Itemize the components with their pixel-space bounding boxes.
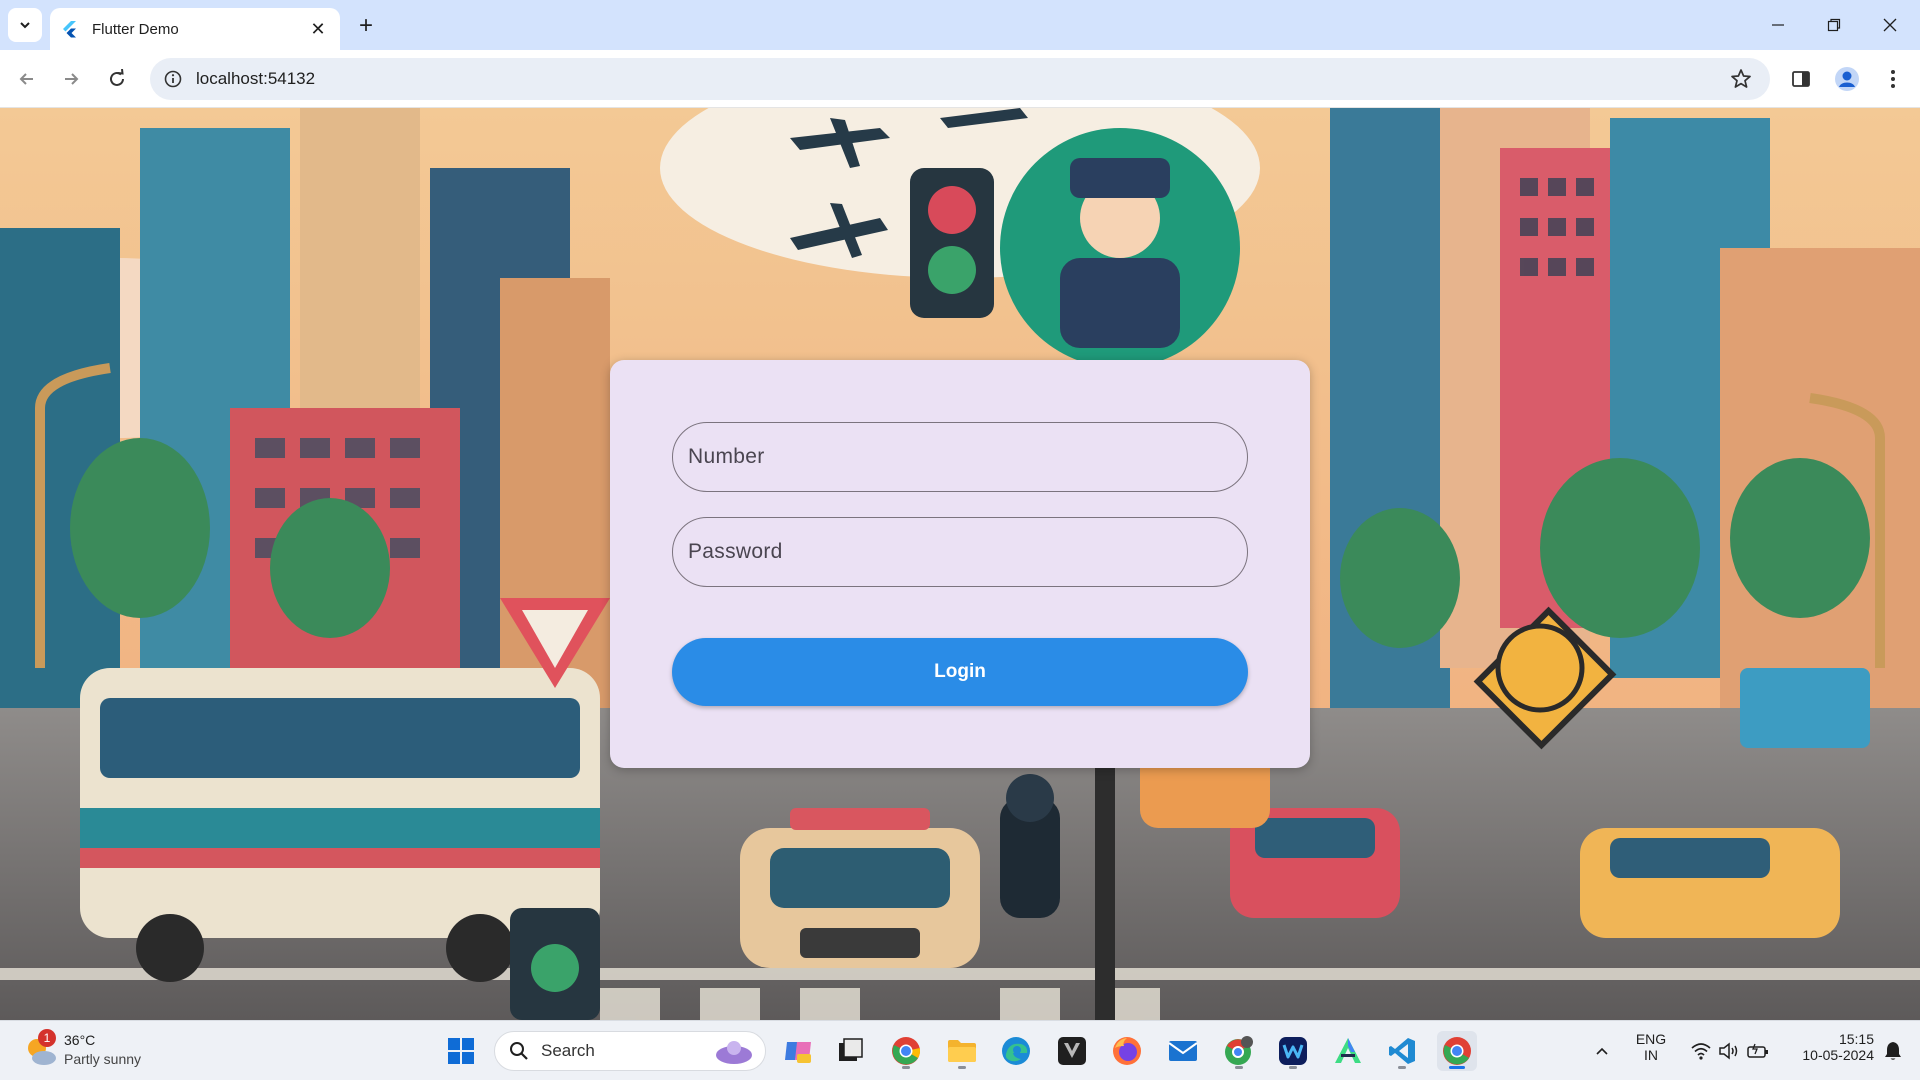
taskbar-webex[interactable]: [1273, 1031, 1313, 1071]
android-studio-icon: [1335, 1038, 1361, 1063]
chrome-icon: [1443, 1037, 1471, 1065]
weather-description: Partly sunny: [64, 1051, 142, 1067]
taskbar-android-studio[interactable]: [1328, 1031, 1368, 1071]
mail-icon: [1168, 1041, 1198, 1061]
side-panel-icon: [1792, 71, 1810, 87]
profile-button[interactable]: [1832, 64, 1862, 94]
url-text: localhost:54132: [196, 69, 316, 88]
side-panel-button[interactable]: [1786, 64, 1816, 94]
start-button[interactable]: [441, 1031, 481, 1071]
number-field[interactable]: Number: [672, 422, 1248, 492]
chrome-profile-icon: [1225, 1036, 1253, 1065]
task-view-icon: [839, 1038, 863, 1061]
number-placeholder: Number: [688, 445, 765, 468]
password-placeholder: Password: [688, 540, 783, 563]
forward-button[interactable]: [56, 64, 86, 94]
active-indicator: [1449, 1066, 1465, 1069]
clock-date: 10-05-2024: [1802, 1047, 1874, 1063]
minimize-icon: [1772, 24, 1784, 26]
search-icon: [510, 1042, 528, 1060]
edge-icon: [1002, 1037, 1030, 1065]
chevron-down-icon: [20, 22, 30, 29]
weather-temperature: 36°C: [64, 1032, 96, 1048]
new-tab-button[interactable]: +: [352, 12, 380, 40]
taskbar-task-view[interactable]: [830, 1031, 870, 1071]
running-indicator: [1289, 1066, 1297, 1069]
clock[interactable]: 15:15 10-05-2024: [1782, 1031, 1874, 1063]
tab-flutter-demo[interactable]: Flutter Demo ✕: [50, 8, 340, 50]
chevron-up-icon: [1596, 1047, 1608, 1055]
language-region: IN: [1644, 1047, 1658, 1063]
browser-toolbar: localhost:54132: [0, 50, 1920, 108]
copilot-icon: [785, 1042, 811, 1063]
taskbar-chrome[interactable]: [886, 1031, 926, 1071]
language-code: ENG: [1635, 1031, 1667, 1047]
taskbar-vscode[interactable]: [1382, 1031, 1422, 1071]
restore-button[interactable]: [1814, 8, 1854, 42]
taskbar-search[interactable]: Search: [494, 1031, 766, 1071]
reload-button[interactable]: [102, 64, 132, 94]
browser-tabstrip: Flutter Demo ✕ +: [0, 0, 1920, 50]
taskbar-copilot[interactable]: [778, 1031, 818, 1071]
taskbar-firefox[interactable]: [1107, 1031, 1147, 1071]
page-viewport: Number Password Login: [0, 108, 1920, 1020]
more-vertical-icon: [1891, 70, 1895, 88]
tab-close-icon[interactable]: ✕: [308, 19, 328, 39]
tab-search-button[interactable]: [8, 8, 42, 42]
arrow-right-icon: [65, 73, 79, 85]
tab-title: Flutter Demo: [92, 20, 179, 38]
notification-center-button[interactable]: [1876, 1031, 1910, 1071]
reload-icon: [110, 69, 124, 86]
flutter-icon: [63, 21, 76, 38]
wifi-icon: [1691, 1043, 1711, 1060]
login-button[interactable]: Login: [672, 638, 1248, 706]
taskbar-chrome-profile[interactable]: [1219, 1031, 1259, 1071]
login-button-label: Login: [934, 661, 986, 682]
language-indicator[interactable]: ENG IN: [1628, 1031, 1674, 1063]
arrow-left-icon: [19, 73, 33, 85]
vscode-icon: [1389, 1038, 1415, 1064]
folder-icon: [948, 1040, 976, 1062]
search-label: Search: [541, 1041, 595, 1060]
notification-bell-icon: [1885, 1042, 1901, 1060]
taskbar-mail[interactable]: [1163, 1031, 1203, 1071]
taskbar-predator[interactable]: [1052, 1031, 1092, 1071]
running-indicator: [958, 1066, 966, 1069]
minimize-button[interactable]: [1758, 8, 1798, 42]
login-card: Number Password Login: [610, 360, 1310, 768]
windows-logo-icon: [448, 1038, 474, 1064]
site-info-icon[interactable]: [164, 70, 182, 88]
taskbar-edge[interactable]: [996, 1031, 1036, 1071]
show-hidden-icons-button[interactable]: [1582, 1031, 1622, 1071]
quick-settings-button[interactable]: [1680, 1031, 1780, 1071]
password-field[interactable]: Password: [672, 517, 1248, 587]
predator-sense-icon: [1058, 1037, 1086, 1065]
firefox-icon: [1113, 1037, 1141, 1065]
back-button[interactable]: [12, 64, 42, 94]
search-highlight-icon: [716, 1041, 752, 1064]
bookmark-star-icon[interactable]: [1730, 68, 1752, 90]
browser-menu-button[interactable]: [1878, 64, 1908, 94]
running-indicator: [1235, 1066, 1243, 1069]
taskbar-file-explorer[interactable]: [942, 1031, 982, 1071]
close-icon: [1883, 18, 1897, 32]
webex-icon: [1279, 1037, 1307, 1065]
running-indicator: [902, 1066, 910, 1069]
chrome-icon: [892, 1037, 920, 1065]
clock-time: 15:15: [1838, 1031, 1874, 1047]
weather-widget[interactable]: 1 36°C Partly sunny: [22, 1029, 162, 1073]
svg-text:1: 1: [44, 1031, 51, 1045]
notification-badge: 1: [38, 1029, 56, 1047]
battery-icon: [1747, 1043, 1768, 1058]
address-bar[interactable]: localhost:54132: [150, 58, 1770, 100]
restore-icon: [1827, 18, 1841, 32]
profile-avatar-icon: [1835, 67, 1859, 91]
close-window-button[interactable]: [1870, 8, 1910, 42]
volume-icon: [1719, 1042, 1738, 1060]
running-indicator: [1398, 1066, 1406, 1069]
taskbar-chrome-active[interactable]: [1437, 1031, 1477, 1071]
taskbar: 1 36°C Partly sunny Search ENG IN 15:15 …: [0, 1020, 1920, 1080]
